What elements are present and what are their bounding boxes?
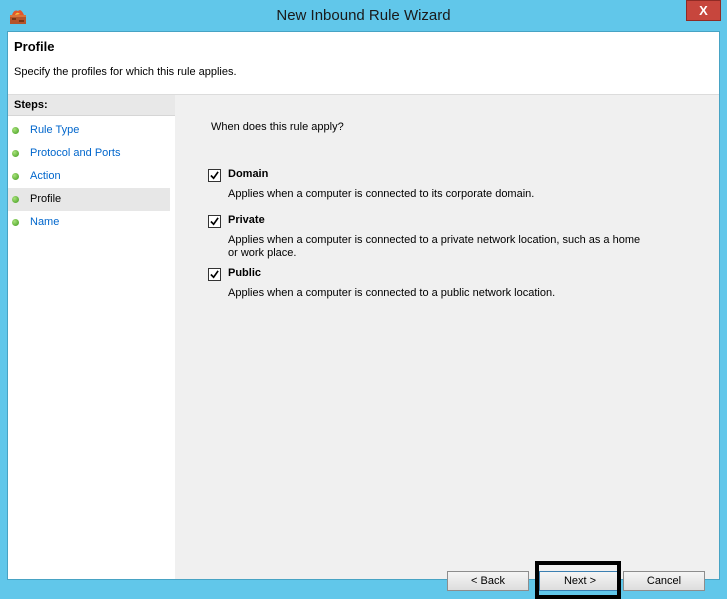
checkmark-icon xyxy=(210,217,219,226)
next-button-highlight xyxy=(535,561,621,599)
checkmark-icon xyxy=(210,270,219,279)
wizard-client-area: Profile Specify the profiles for which t… xyxy=(7,31,720,599)
profile-panel: When does this rule apply? Domain Applie… xyxy=(175,95,719,599)
sidebar-item-rule-type[interactable]: Rule Type xyxy=(8,119,170,142)
sidebar-item-label: Profile xyxy=(30,193,62,205)
sidebar-item-profile: Profile xyxy=(8,188,170,211)
steps-heading: Steps: xyxy=(8,95,175,116)
close-button[interactable]: X xyxy=(686,0,721,21)
domain-label[interactable]: Domain xyxy=(228,168,268,180)
domain-checkbox[interactable] xyxy=(208,169,221,182)
window-title: New Inbound Rule Wizard xyxy=(276,7,451,24)
question-label: When does this rule apply? xyxy=(211,121,344,133)
sidebar-item-protocol-and-ports[interactable]: Protocol and Ports xyxy=(8,142,170,165)
step-complete-icon xyxy=(12,173,19,180)
close-icon: X xyxy=(699,3,708,18)
sidebar-item-label: Protocol and Ports xyxy=(30,147,121,159)
page-title: Profile xyxy=(14,39,55,54)
wizard-window: New Inbound Rule Wizard X Profile Specif… xyxy=(0,0,727,599)
private-label[interactable]: Private xyxy=(228,214,265,226)
private-description: Applies when a computer is connected to … xyxy=(228,234,641,259)
page-description: Specify the profiles for which this rule… xyxy=(14,66,237,78)
cancel-button[interactable]: Cancel xyxy=(623,571,705,591)
wizard-header: Profile Specify the profiles for which t… xyxy=(8,32,719,95)
domain-description: Applies when a computer is connected to … xyxy=(228,188,535,200)
sidebar-item-label: Name xyxy=(30,216,60,228)
public-description: Applies when a computer is connected to … xyxy=(228,287,556,299)
sidebar-item-name[interactable]: Name xyxy=(8,211,170,234)
steps-sidebar: Steps: Rule Type Protocol and Ports Acti… xyxy=(8,95,176,579)
checkmark-icon xyxy=(210,171,219,180)
title-bar[interactable]: New Inbound Rule Wizard X xyxy=(0,0,727,31)
step-pending-icon xyxy=(12,219,19,226)
back-button[interactable]: < Back xyxy=(447,571,529,591)
sidebar-item-label: Rule Type xyxy=(30,124,80,136)
public-label[interactable]: Public xyxy=(228,267,261,279)
private-checkbox[interactable] xyxy=(208,215,221,228)
sidebar-item-label: Action xyxy=(30,170,61,182)
sidebar-item-action[interactable]: Action xyxy=(8,165,170,188)
step-complete-icon xyxy=(12,127,19,134)
step-current-icon xyxy=(12,196,19,203)
public-checkbox[interactable] xyxy=(208,268,221,281)
step-complete-icon xyxy=(12,150,19,157)
